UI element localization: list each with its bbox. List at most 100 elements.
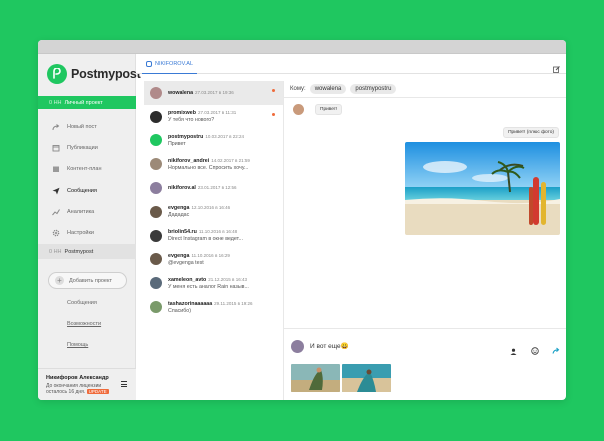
account-tabs: NIKIFOROV.AL	[136, 54, 566, 74]
incoming-message: Привет!	[315, 104, 343, 115]
conversation-name: promixweb	[168, 110, 196, 117]
sidebar-item-label: Настройки	[67, 230, 94, 237]
calendar-grid-icon	[52, 165, 60, 173]
conversation-name: tashazorinaaaaaa	[168, 300, 213, 307]
conversation-date: 11.10.2016 в 16:29	[191, 252, 230, 258]
unread-indicator	[272, 112, 275, 116]
gear-icon	[52, 229, 60, 237]
recipient-chip[interactable]: wowalena	[309, 84, 347, 94]
conversation-name: nikiforov_andrei	[168, 157, 210, 164]
sidebar-item-new-post[interactable]: Новый пост	[38, 116, 136, 137]
avatar	[150, 205, 162, 218]
conversation-item[interactable]: nikiforov.al 23.01.2017 в 12:56	[144, 176, 283, 200]
conversation-name: evgenga	[168, 252, 190, 259]
share-icon	[52, 123, 60, 131]
conversation-item[interactable]: nikiforov_andrei 14.02.2017 в 21:59 Нормал…	[144, 152, 283, 176]
sidebar-item-analytics[interactable]: Аналитика	[38, 201, 136, 222]
sidebar-item-publications[interactable]: Публикации	[38, 137, 136, 158]
conversation-preview: Direct Instagram в окне ведет...	[168, 236, 243, 243]
menu-icon[interactable]	[121, 381, 127, 389]
compose-area: И вот еще😀	[284, 328, 566, 400]
calendar-icon	[52, 144, 60, 152]
conversation-list: wowalena 27.03.2017 в 19:36 promixweb 27.03…	[144, 81, 284, 400]
link-messages[interactable]: Сообщения	[67, 300, 97, 306]
to-label: Кому:	[290, 86, 306, 92]
app-window: Postmypost 0 HH Личный проект Новый пост…	[38, 40, 566, 400]
beach-photo[interactable]	[405, 142, 560, 235]
conversation-preview: У меня есть аналог Rain назыв...	[168, 283, 249, 290]
conversation-preview: У тебя что нового?	[168, 117, 215, 124]
chat-header: Кому: wowalena postmypostru	[284, 81, 566, 98]
conversation-item[interactable]: tashazorinaaaaaa 29.11.2015 в 19:26 Спасиб…	[144, 295, 283, 319]
add-project-button[interactable]: + Добавить проект	[48, 272, 127, 289]
sidebar-item-label: Аналитика	[67, 208, 95, 215]
conversation-item[interactable]: xameleon_avto 21.12.2015 в 16:43 У меня ес…	[144, 271, 283, 295]
attachment-thumbnail[interactable]	[291, 364, 340, 392]
conversation-name: postmypostru	[168, 133, 204, 140]
sidebar-item-label: Контент-план	[67, 166, 102, 173]
link-help[interactable]: Помощь	[67, 342, 88, 348]
avatar	[150, 134, 162, 147]
conversation-date: 27.03.2017 в 19:36	[195, 89, 234, 95]
conversation-name: nikiforov.al	[168, 185, 196, 192]
conversation-text: postmypostru 10.03.2017 в 22:24 Привет	[168, 133, 244, 148]
conversation-date: 21.12.2015 в 16:43	[208, 276, 247, 282]
avatar	[291, 340, 304, 353]
conversation-preview: Спасибо)	[168, 307, 191, 314]
message-input[interactable]: И вот еще😀	[310, 342, 349, 350]
avatar	[150, 277, 162, 290]
conversation-item[interactable]: briolin54.ru 11.10.2016 в 16:48 Direct Ins…	[144, 224, 283, 248]
logo-icon	[47, 64, 67, 84]
sidebar-item-label: Сообщения	[67, 187, 97, 194]
project-label: Личный проект	[64, 99, 103, 106]
outgoing-message: Привет! (плюс фото)	[503, 127, 559, 138]
project-prefix: 0 HH	[49, 99, 62, 106]
conversation-name: briolin54.ru	[168, 229, 197, 236]
link-features[interactable]: Возможности	[67, 321, 101, 327]
send-icon[interactable]	[552, 342, 560, 360]
avatar	[150, 253, 162, 266]
tab-account[interactable]: NIKIFOROV.AL	[142, 54, 198, 74]
conversation-preview: @evgenga test	[168, 259, 204, 266]
conversation-text: evgenga 12.10.2016 в 16:46 Дададас	[168, 204, 230, 219]
conversation-preview: Дададас	[168, 212, 190, 219]
edit-icon[interactable]	[553, 60, 560, 78]
project-personal[interactable]: 0 HH Личный проект	[38, 96, 136, 109]
chart-icon	[52, 208, 60, 216]
conversation-item[interactable]: wowalena 27.03.2017 в 19:36	[144, 81, 283, 105]
logo[interactable]: Postmypost	[47, 64, 141, 84]
avatar	[150, 182, 162, 195]
user-panel: Никифоров Александр До окончания лицензи…	[38, 368, 136, 400]
send-icon	[52, 187, 60, 195]
avatar	[150, 301, 162, 314]
recipient-chip[interactable]: postmypostru	[350, 84, 397, 94]
add-project-label: Добавить проект	[69, 277, 112, 284]
emoji-icon[interactable]	[531, 342, 539, 360]
conversation-name: evgenga	[168, 205, 190, 212]
conversation-item[interactable]: promixweb 27.03.2017 в 11:31 У тебя что но…	[144, 105, 283, 129]
sidebar-item-settings[interactable]: Настройки	[38, 222, 136, 243]
sidebar-item-content-plan[interactable]: Контент-план	[38, 159, 136, 180]
conversation-text: nikiforov.al 23.01.2017 в 12:56	[168, 184, 237, 192]
user-icon[interactable]	[510, 342, 517, 360]
logo-text: Postmypost	[71, 67, 141, 81]
conversation-item[interactable]: evgenga 12.10.2016 в 16:46 Дададас	[144, 200, 283, 224]
attachment-thumbnail[interactable]	[342, 364, 391, 392]
avatar	[150, 229, 162, 242]
project-postmypost[interactable]: 0 HH Postmypost	[38, 244, 136, 259]
conversation-item[interactable]: postmypostru 10.03.2017 в 22:24 Привет	[144, 129, 283, 153]
conversation-date: 14.02.2017 в 21:59	[211, 157, 250, 163]
conversation-date: 10.03.2017 в 22:24	[205, 133, 245, 139]
sidebar: Postmypost 0 HH Личный проект Новый пост…	[38, 54, 141, 400]
tab-account-label: NIKIFOROV.AL	[155, 60, 194, 67]
conversation-item[interactable]: evgenga 11.10.2016 в 16:29 @evgenga test	[144, 248, 283, 272]
conversation-date: 12.10.2016 в 16:46	[191, 205, 231, 211]
conversation-text: tashazorinaaaaaa 29.11.2015 в 19:26 Спасиб…	[168, 300, 253, 315]
conversation-text: briolin54.ru 11.10.2016 в 16:48 Direct Ins…	[168, 228, 243, 243]
sidebar-item-messages[interactable]: Сообщения	[38, 180, 136, 201]
unread-indicator	[272, 89, 275, 92]
update-badge[interactable]: UPDATE	[86, 389, 109, 394]
window-titlebar	[38, 40, 566, 54]
sidebar-item-label: Публикации	[67, 144, 98, 151]
conversation-text: wowalena 27.03.2017 в 19:36	[168, 89, 234, 97]
